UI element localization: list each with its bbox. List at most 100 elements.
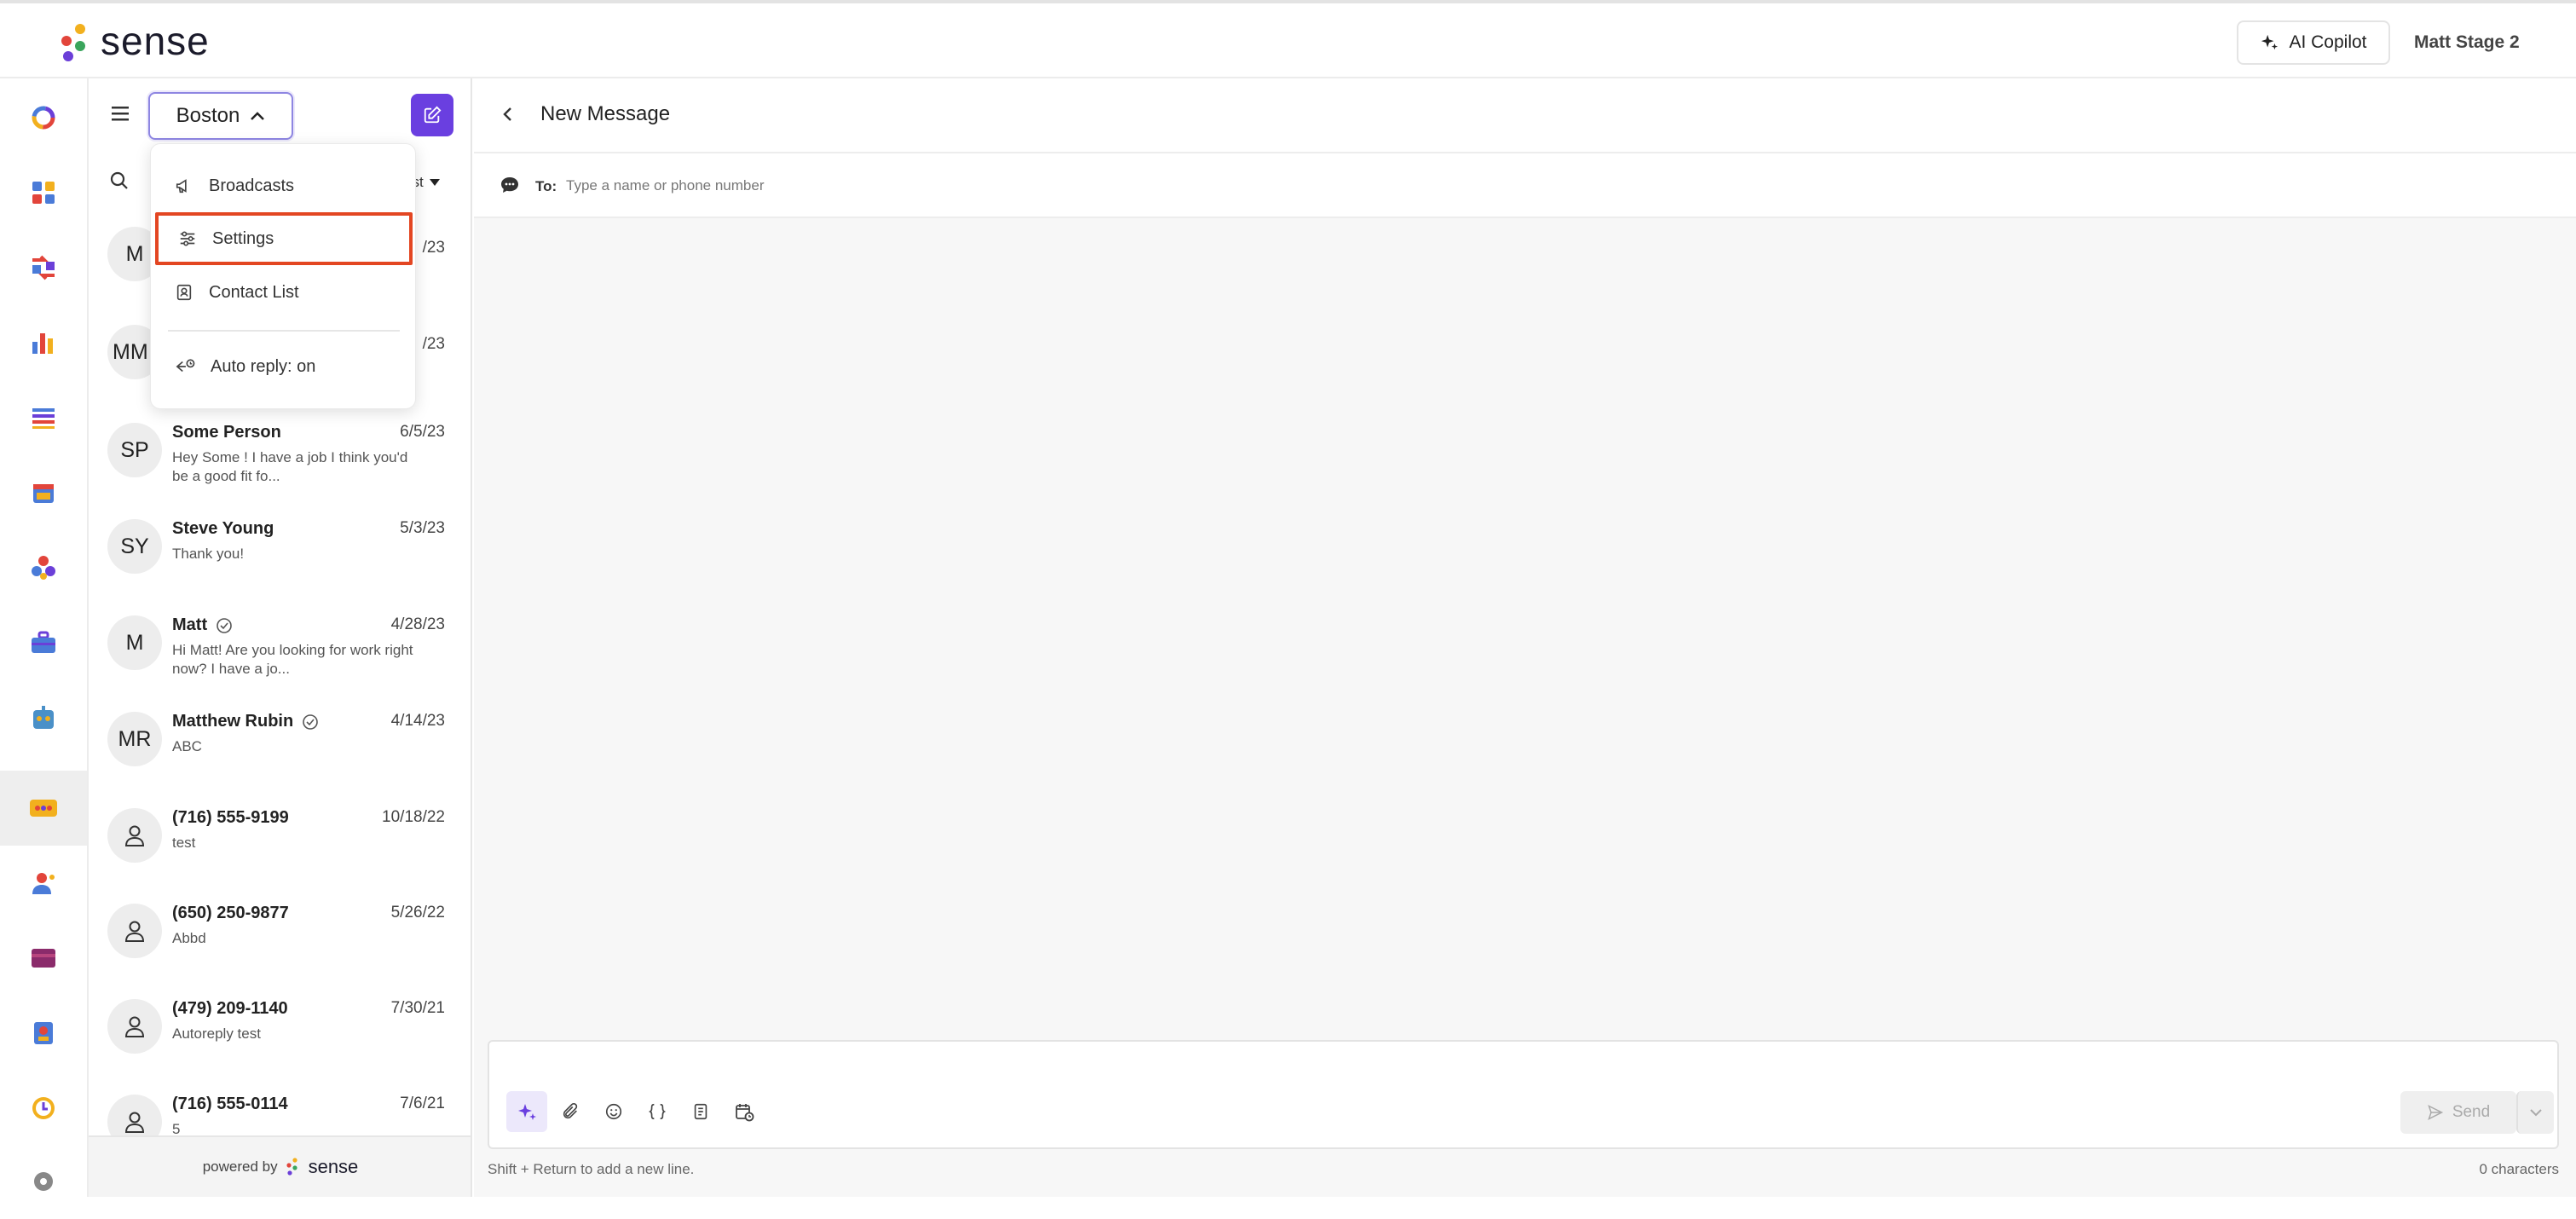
menu-item-label: Broadcasts: [209, 176, 295, 195]
conversation-date: 6/5/23: [400, 423, 445, 441]
rail-wallet[interactable]: [0, 921, 87, 996]
verified-check-icon: [217, 617, 232, 633]
person-outline-icon: [124, 921, 145, 942]
rail-contacts[interactable]: [0, 996, 87, 1071]
message-preview: Hi Matt! Are you looking for work right …: [172, 642, 413, 677]
app-nav-rail: [0, 78, 89, 1197]
sense-logo[interactable]: sense: [58, 17, 210, 65]
rail-apps[interactable]: [0, 155, 87, 230]
paperclip-icon: [563, 1103, 578, 1119]
message-preview: Thank you!: [172, 546, 245, 562]
conversation-item[interactable]: SP Some Person 6/5/23 Hey Some ! I have …: [89, 406, 471, 501]
rail-messages[interactable]: [0, 771, 87, 846]
avatar: [107, 808, 162, 863]
wallet-icon: [32, 949, 55, 968]
send-label: Send: [2452, 1103, 2491, 1121]
conversation-date: /23: [422, 335, 445, 353]
menu-item-auto-reply[interactable]: Auto reply: on: [151, 340, 417, 393]
menu-item-contact-list[interactable]: Contact List: [151, 266, 417, 319]
schedule-button[interactable]: [724, 1091, 765, 1132]
message-composer[interactable]: Send: [488, 1040, 2559, 1149]
logo-dots-icon: [58, 20, 89, 61]
conversation-date: 7/30/21: [390, 999, 445, 1017]
variables-button[interactable]: [637, 1091, 678, 1132]
user-menu[interactable]: Matt Stage 2: [2414, 32, 2520, 53]
conversation-date: /23: [422, 239, 445, 257]
rail-integrations[interactable]: [0, 230, 87, 305]
message-pane: New Message To: Send: [474, 78, 2576, 1197]
calendar-clock-icon: [736, 1104, 754, 1122]
rail-jobs[interactable]: [0, 605, 87, 680]
conversation-item[interactable]: M Matt 4/28/23 Hi Matt! Are you looking …: [89, 598, 471, 694]
compose-button[interactable]: [411, 94, 453, 136]
sense-logo-dots-icon: [286, 1158, 297, 1176]
panel-header: Boston: [89, 78, 471, 152]
conversation-item[interactable]: (479) 209-1140 7/30/21 Autoreply test: [89, 982, 471, 1077]
avatar: [107, 999, 162, 1054]
attach-button[interactable]: [550, 1091, 591, 1132]
contact-name: Some Person: [172, 423, 281, 442]
send-button[interactable]: Send: [2400, 1091, 2516, 1134]
conversation-item[interactable]: MR Matthew Rubin 4/14/23 ABC: [89, 695, 471, 790]
contact-name: (650) 250-9877: [172, 904, 289, 922]
template-button[interactable]: [680, 1091, 721, 1132]
avatar: MR: [107, 712, 162, 766]
apps-grid-icon: [32, 182, 55, 204]
caret-down-icon: [429, 179, 440, 186]
rail-settings[interactable]: [0, 1144, 87, 1219]
location-selector[interactable]: Boston: [148, 92, 293, 140]
rail-analytics[interactable]: [0, 305, 87, 380]
recipient-row: To:: [474, 153, 2576, 218]
rail-dashboard-ring[interactable]: [0, 80, 87, 155]
rail-people[interactable]: [0, 846, 87, 921]
conversation-item[interactable]: SY Steve Young 5/3/23 Thank you!: [89, 502, 471, 598]
location-label: Boston: [176, 104, 240, 127]
pencil-square-icon: [424, 106, 442, 124]
conversation-date: 7/6/21: [400, 1095, 445, 1112]
conversation-item[interactable]: (716) 555-9199 10/18/22 test: [89, 791, 471, 887]
hamburger-menu-icon[interactable]: [111, 104, 130, 123]
briefcase-icon: [32, 631, 55, 653]
menu-item-label: Auto reply: on: [211, 356, 316, 376]
avatar: [107, 904, 162, 958]
ai-assist-button[interactable]: [506, 1091, 547, 1132]
rail-reminders[interactable]: [0, 1071, 87, 1146]
contact-name-text: Matthew Rubin: [172, 712, 294, 731]
address-book-icon: [34, 1022, 53, 1044]
curly-braces-icon: [648, 1103, 667, 1120]
gear-icon: [34, 1172, 53, 1191]
menu-item-settings[interactable]: Settings: [155, 212, 413, 265]
menu-item-broadcasts[interactable]: Broadcasts: [151, 159, 417, 212]
smiley-icon: [605, 1103, 622, 1120]
back-arrow-icon[interactable]: [501, 106, 515, 123]
rail-lists[interactable]: [0, 380, 87, 455]
rail-network[interactable]: [0, 530, 87, 605]
location-dropdown-menu: Broadcasts Settings Contact List Auto re…: [150, 143, 416, 409]
chevron-down-icon: [2530, 1109, 2542, 1117]
send-icon: [2428, 1105, 2443, 1120]
emoji-button[interactable]: [593, 1091, 634, 1132]
send-options-button[interactable]: [2516, 1091, 2554, 1134]
rail-bot[interactable]: [0, 680, 87, 755]
ai-copilot-button[interactable]: AI Copilot: [2237, 20, 2390, 65]
brand-name: sense: [101, 19, 210, 63]
conversation-date: 10/18/22: [382, 808, 445, 826]
contact-name: (716) 555-9199: [172, 808, 289, 827]
contact-name: Steve Young: [172, 519, 274, 538]
avatar: M: [107, 615, 162, 670]
conversation-date: 4/14/23: [390, 712, 445, 730]
contact-name: (716) 555-0114: [172, 1095, 288, 1113]
powered-by-brand: sense: [308, 1156, 359, 1177]
chat-bubble-icon: [30, 800, 57, 817]
search-icon[interactable]: [109, 170, 130, 191]
auto-reply-icon: [176, 359, 195, 373]
sparkle-icon: [518, 1104, 536, 1120]
bar-chart-icon: [32, 333, 53, 354]
menu-item-label: Settings: [212, 228, 274, 248]
to-label: To:: [535, 178, 557, 194]
powered-by-footer: powered by sense: [89, 1135, 471, 1197]
recipient-input[interactable]: [566, 170, 1333, 201]
rail-calendar[interactable]: [0, 455, 87, 530]
conversation-item[interactable]: (650) 250-9877 5/26/22 Abbd: [89, 887, 471, 982]
conversation-date: 5/3/23: [400, 519, 445, 537]
